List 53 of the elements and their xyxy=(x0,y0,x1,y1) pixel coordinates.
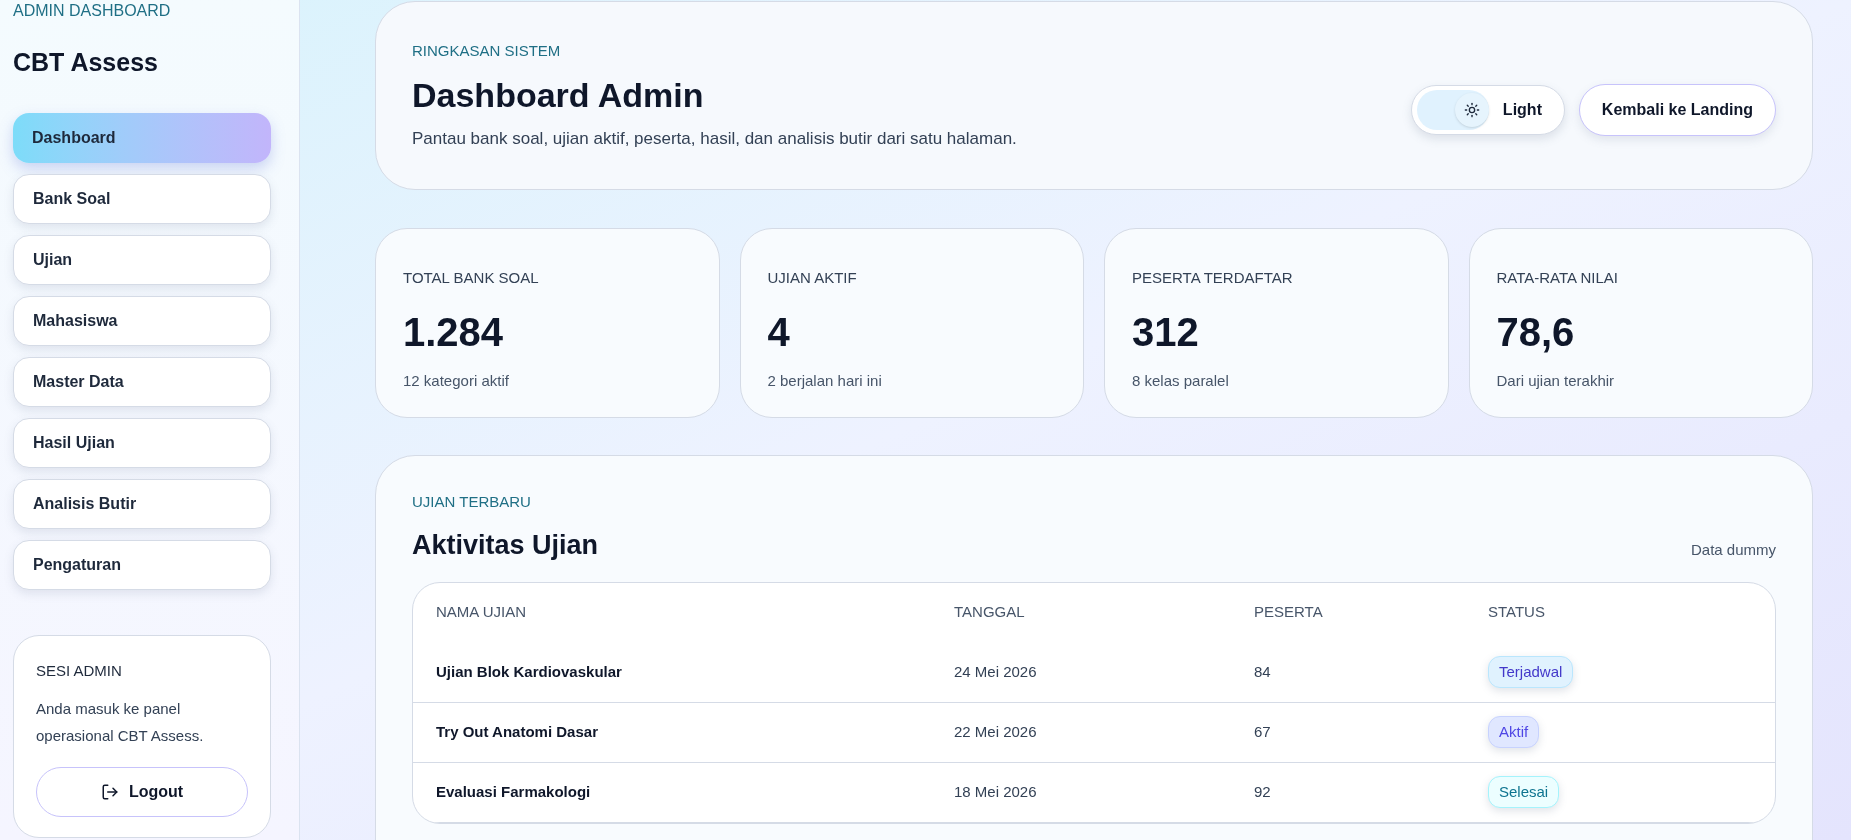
stat-label: TOTAL BANK SOAL xyxy=(403,268,540,288)
status-badge: Selesai xyxy=(1488,775,1560,809)
column-header: TANGGAL xyxy=(954,602,1026,623)
nav-item[interactable]: Mahasiswa xyxy=(13,296,271,346)
activity-title: Aktivitas Ujian xyxy=(412,528,599,562)
logout-icon xyxy=(100,782,119,801)
exam-name-cell-text: Evaluasi Farmakologi xyxy=(436,781,592,802)
stat-note: 8 kelas paralel xyxy=(1132,370,1230,391)
nav-item[interactable]: Analisis Butir xyxy=(13,479,271,529)
column-header: NAMA UJIAN xyxy=(436,602,527,623)
sun-icon xyxy=(1463,101,1480,118)
logout-label: Logout xyxy=(128,781,184,802)
stat-value: 78,6 xyxy=(1496,308,1576,356)
data-note: Data dummy xyxy=(1690,540,1776,560)
theme-toggle[interactable]: Light xyxy=(1410,84,1565,135)
participants-cell-text: 84 xyxy=(1254,661,1272,682)
session-text: Anda masuk ke panel operasional CBT Assess. xyxy=(36,698,205,746)
stat-label: PESERTA TERDAFTAR xyxy=(1132,268,1294,288)
stat-value: 312 xyxy=(1132,308,1200,356)
stat-note: 2 berjalan hari ini xyxy=(767,370,883,391)
session-title: SESI ADMIN xyxy=(36,661,123,681)
stat-label: UJIAN AKTIF xyxy=(767,268,858,288)
column-header: STATUS xyxy=(1488,602,1546,623)
participants-cell-text: 67 xyxy=(1254,721,1272,742)
status-badge: Terjadwal xyxy=(1488,655,1574,689)
page-subtitle: Pantau bank soal, ujian aktif, peserta, hasil, dan analisis butir dari satu halaman. xyxy=(412,128,1017,150)
column-header: PESERTA xyxy=(1254,602,1324,623)
nav-item[interactable]: Pengaturan xyxy=(13,540,271,590)
participants-cell-text: 92 xyxy=(1254,781,1272,802)
stat-value: 4 xyxy=(767,308,791,356)
sidebar-eyebrow: ADMIN DASHBOARD xyxy=(13,1,172,21)
stat-note: 12 kategori aktif xyxy=(403,370,510,391)
date-cell-text: 22 Mei 2026 xyxy=(954,721,1038,742)
nav-item[interactable]: Ujian xyxy=(13,235,271,285)
stat-value: 1.284 xyxy=(403,308,505,356)
nav-item[interactable]: Bank Soal xyxy=(13,174,271,224)
stat-label: RATA-RATA NILAI xyxy=(1496,268,1619,288)
stat-note: Dari ujian terakhir xyxy=(1496,370,1616,391)
brand-title: CBT Assess xyxy=(13,47,159,77)
back-to-landing-button[interactable]: Kembali ke Landing xyxy=(1578,83,1776,136)
header-eyebrow: RINGKASAN SISTEM xyxy=(412,40,562,61)
date-cell-text: 18 Mei 2026 xyxy=(954,781,1038,802)
date-cell-text: 24 Mei 2026 xyxy=(954,661,1038,682)
page-title: Dashboard Admin xyxy=(412,75,705,116)
nav-item[interactable]: Dashboard xyxy=(13,113,271,163)
exam-name-cell-text: Ujian Blok Kardiovaskular xyxy=(436,661,623,682)
nav-item[interactable]: Master Data xyxy=(13,357,271,407)
activity-eyebrow: UJIAN TERBARU xyxy=(412,492,532,512)
exam-name-cell-text: Try Out Anatomi Dasar xyxy=(436,721,599,742)
theme-label: Light xyxy=(1502,99,1542,120)
logout-button[interactable]: Logout xyxy=(36,766,248,817)
nav-item[interactable]: Hasil Ujian xyxy=(13,418,271,468)
status-badge: Aktif xyxy=(1488,715,1540,749)
